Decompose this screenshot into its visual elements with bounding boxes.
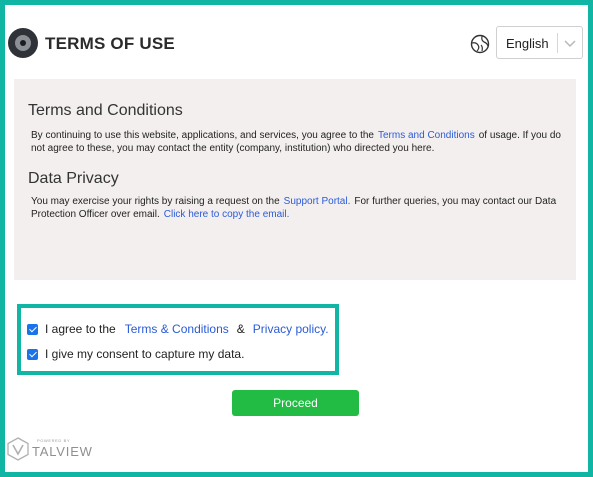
page-frame: TERMS OF USE English Terms and Condition… bbox=[5, 5, 588, 472]
header: TERMS OF USE English bbox=[5, 5, 588, 71]
copy-email-link[interactable]: Click here to copy the email. bbox=[164, 209, 290, 220]
terms-heading: Terms and Conditions bbox=[28, 102, 183, 119]
privacy-text: You may exercise your rights by raising … bbox=[31, 195, 566, 221]
data-consent-row: I give my consent to capture my data. bbox=[27, 346, 244, 362]
talview-logo-icon bbox=[7, 437, 29, 461]
camera-logo-icon bbox=[8, 28, 38, 58]
consent-box: I agree to the Terms & Conditions & Priv… bbox=[17, 304, 339, 375]
privacy-text-before: You may exercise your rights by raising … bbox=[31, 196, 280, 207]
terms-text-before: By continuing to use this website, appli… bbox=[31, 130, 374, 141]
data-consent-checkbox[interactable] bbox=[27, 348, 38, 360]
agree-text: I agree to the bbox=[45, 322, 116, 336]
privacy-policy-link[interactable]: Privacy policy. bbox=[253, 322, 329, 336]
support-portal-link[interactable]: Support Portal. bbox=[284, 196, 351, 207]
terms-conditions-link[interactable]: Terms & Conditions bbox=[125, 322, 229, 336]
terms-panel: Terms and Conditions By continuing to us… bbox=[14, 79, 576, 280]
page-title: TERMS OF USE bbox=[45, 34, 175, 53]
brand-name: TALVIEW bbox=[32, 444, 93, 459]
terms-text: By continuing to use this website, appli… bbox=[31, 129, 566, 155]
data-consent-text: I give my consent to capture my data. bbox=[45, 347, 245, 361]
language-divider bbox=[557, 33, 558, 53]
powered-by-label: POWERED BY bbox=[37, 438, 71, 443]
globe-icon[interactable] bbox=[470, 34, 490, 54]
language-select[interactable]: English bbox=[496, 26, 583, 59]
proceed-button[interactable]: Proceed bbox=[232, 390, 359, 416]
agree-checkbox[interactable] bbox=[27, 323, 38, 335]
ampersand: & bbox=[236, 322, 245, 336]
chevron-down-icon bbox=[564, 40, 576, 48]
language-value: English bbox=[506, 36, 549, 51]
agree-row: I agree to the Terms & Conditions & Priv… bbox=[27, 321, 329, 337]
privacy-heading: Data Privacy bbox=[28, 170, 119, 187]
terms-link[interactable]: Terms and Conditions bbox=[378, 130, 475, 141]
